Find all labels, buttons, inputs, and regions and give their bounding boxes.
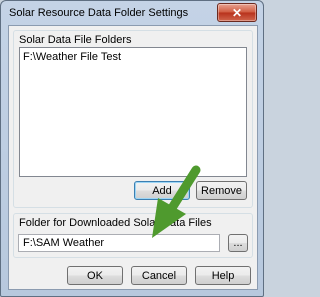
window-title: Solar Resource Data Folder Settings <box>9 7 189 19</box>
close-icon: ✕ <box>231 5 243 20</box>
close-button[interactable]: ✕ <box>217 3 257 22</box>
download-folder-label: Folder for Downloaded Solar Data Files <box>19 217 212 229</box>
solar-data-folders-group: Solar Data File Folders F:\Weather File … <box>13 30 253 208</box>
cancel-button[interactable]: Cancel <box>131 266 187 285</box>
dialog-window: Solar Resource Data Folder Settings ✕ So… <box>0 0 264 297</box>
solar-data-folders-label: Solar Data File Folders <box>19 34 132 46</box>
download-folder-input[interactable]: F:\SAM Weather <box>18 234 220 252</box>
remove-button[interactable]: Remove <box>196 181 247 200</box>
help-button[interactable]: Help <box>195 266 251 285</box>
dialog-client-area: Solar Data File Folders F:\Weather File … <box>8 25 258 290</box>
download-folder-group: Folder for Downloaded Solar Data Files F… <box>13 213 253 258</box>
browse-button[interactable]: ... <box>228 234 248 252</box>
list-item[interactable]: F:\Weather File Test <box>23 51 121 63</box>
title-bar[interactable]: Solar Resource Data Folder Settings ✕ <box>1 1 263 25</box>
add-button[interactable]: Add <box>134 181 190 200</box>
ok-button[interactable]: OK <box>67 266 123 285</box>
folders-listbox[interactable]: F:\Weather File Test <box>19 47 247 177</box>
